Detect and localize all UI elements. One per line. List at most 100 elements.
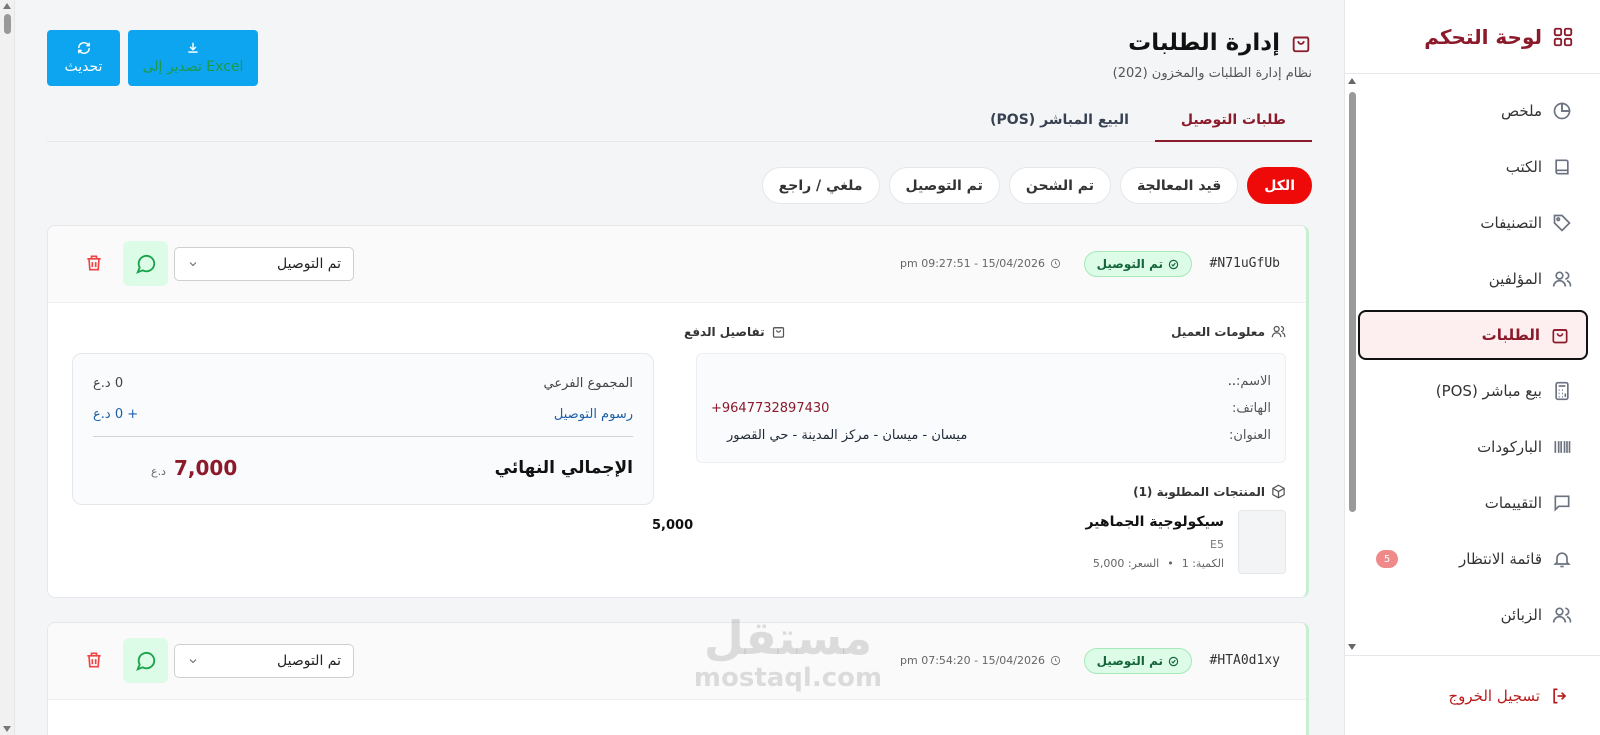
- filter-delivered[interactable]: تم التوصيل: [888, 167, 1000, 204]
- customer-name: ..: [1227, 374, 1237, 389]
- customer-info-box: الاسم: .. الهاتف: +9647732897430 العنوان…: [696, 353, 1286, 463]
- clock-icon: [1050, 655, 1061, 666]
- whatsapp-button[interactable]: [123, 638, 168, 683]
- refresh-button[interactable]: تحديث: [47, 30, 120, 86]
- status-filters: الكل قيد المعالجة تم الشحن تم التوصيل مل…: [761, 167, 1312, 204]
- customer-address-row: العنوان: ميسان - ميسان - مركز المدينة - …: [727, 428, 1271, 443]
- scroll-up-arrow[interactable]: [1348, 78, 1356, 84]
- customer-info-title: معلومات العميل: [1171, 324, 1286, 339]
- logout-icon: [1550, 686, 1570, 706]
- sidebar-item-waitlist[interactable]: قائمة الانتظار 5: [1358, 534, 1588, 584]
- product-item: سيكولوجية الجماهير E5 الكمية: 1 • السعر:…: [652, 510, 1286, 576]
- sidebar-item-authors[interactable]: المؤلفين: [1358, 254, 1588, 304]
- box-icon: [1271, 484, 1286, 499]
- grid-icon: [1552, 26, 1574, 48]
- sidebar-title: لوحة التحكم: [1424, 24, 1542, 49]
- product-image: [1238, 510, 1286, 574]
- filter-all[interactable]: الكل: [1247, 167, 1312, 204]
- customer-phone[interactable]: +9647732897430: [711, 401, 829, 416]
- sidebar-header: لوحة التحكم: [1345, 0, 1600, 74]
- main-content: إدارة الطلبات نظام إدارة الطلبات والمخزو…: [15, 0, 1344, 735]
- export-excel-button[interactable]: تصدير إلى Excel: [128, 30, 258, 86]
- users-icon: [1552, 269, 1572, 289]
- whatsapp-icon: [135, 253, 157, 275]
- scroll-thumb[interactable]: [4, 14, 11, 34]
- sidebar-item-categories[interactable]: التصنيفات: [1358, 198, 1588, 248]
- customer-phone-row: الهاتف: +9647732897430: [711, 401, 1271, 416]
- order-time: pm 07:54:20 - 15/04/2026: [900, 654, 1061, 667]
- customer-address: ميسان - ميسان - مركز المدينة - حي القصور: [727, 428, 968, 443]
- sidebar-nav: ملخص الكتب التصنيفات المؤلفين الطلبات بي…: [1344, 86, 1600, 646]
- sidebar-item-books[interactable]: الكتب: [1358, 142, 1588, 192]
- page-header: إدارة الطلبات نظام إدارة الطلبات والمخزو…: [1113, 30, 1312, 81]
- order-id: #HTA0d1xy: [1209, 653, 1280, 668]
- total-amount: 7,000: [173, 456, 238, 480]
- whatsapp-icon: [135, 650, 157, 672]
- refresh-icon: [77, 41, 91, 55]
- products-title: المنتجات المطلوبة (1): [1133, 484, 1286, 499]
- calculator-icon: [1552, 381, 1572, 401]
- total-currency: د.ع: [151, 465, 166, 478]
- trash-icon: [84, 253, 104, 273]
- message-icon: [1552, 493, 1572, 513]
- status-badge: تم التوصيل: [1083, 648, 1192, 674]
- barcode-icon: [1552, 437, 1572, 457]
- whatsapp-button[interactable]: [123, 241, 168, 286]
- payment-title: تفاصيل الدفع: [684, 324, 786, 339]
- sidebar-item-orders[interactable]: الطلبات: [1358, 310, 1588, 360]
- product-meta: الكمية: 1 • السعر: 5,000: [1092, 557, 1224, 570]
- product-total: 5,000: [652, 518, 694, 533]
- users-icon: [1271, 324, 1286, 339]
- logout-button[interactable]: تسجيل الخروج: [1344, 655, 1600, 735]
- order-card: #HTA0d1xy تم التوصيل pm 07:54:20 - 15/04…: [47, 622, 1309, 735]
- page-scrollbar[interactable]: [0, 0, 15, 735]
- filter-processing[interactable]: قيد المعالجة: [1120, 167, 1239, 204]
- delete-button[interactable]: [84, 650, 104, 670]
- filter-cancelled[interactable]: ملغي / راجع: [761, 167, 880, 204]
- sidebar-item-barcodes[interactable]: الباركودات: [1358, 422, 1588, 472]
- product-code: E5: [1210, 538, 1224, 551]
- download-icon: [186, 41, 200, 55]
- scroll-up-arrow[interactable]: [3, 3, 11, 9]
- order-time: pm 09:27:51 - 15/04/2026: [900, 257, 1061, 270]
- sidebar-item-pos[interactable]: بيع مباشر (POS): [1358, 366, 1588, 416]
- shopping-bag-icon: [771, 324, 786, 339]
- clock-icon: [1050, 258, 1061, 269]
- shopping-bag-icon: [1550, 325, 1570, 345]
- product-name: سيكولوجية الجماهير: [1085, 514, 1224, 530]
- users-icon: [1552, 605, 1572, 625]
- chevron-down-icon: [187, 655, 199, 667]
- sidebar: لوحة التحكم ملخص الكتب التصنيفات المؤلفي…: [1344, 0, 1600, 735]
- subtotal-row: المجموع الفرعي 0 د.ع: [93, 376, 633, 391]
- waitlist-count-badge: 5: [1376, 550, 1398, 568]
- status-badge: تم التوصيل: [1083, 251, 1192, 277]
- bell-icon: [1552, 549, 1572, 569]
- delivery-fee-row: رسوم التوصيل + 0 د.ع: [93, 407, 633, 422]
- shopping-bag-icon: [1290, 32, 1312, 54]
- sidebar-item-customers[interactable]: الزبائن: [1358, 590, 1588, 640]
- check-circle-icon: [1168, 656, 1179, 667]
- check-circle-icon: [1168, 259, 1179, 270]
- order-tabs: طلبات التوصيل البيع المباشر (POS): [47, 104, 1312, 142]
- page-title: إدارة الطلبات: [1113, 30, 1312, 56]
- sidebar-item-reviews[interactable]: التقييمات: [1358, 478, 1588, 528]
- tab-delivery-orders[interactable]: طلبات التوصيل: [1154, 104, 1312, 142]
- delete-button[interactable]: [84, 253, 104, 273]
- order-status-select[interactable]: تم التوصيل: [174, 644, 354, 678]
- filter-shipped[interactable]: تم الشحن: [1008, 167, 1112, 204]
- trash-icon: [84, 650, 104, 670]
- tab-pos-sales[interactable]: البيع المباشر (POS): [964, 104, 1155, 142]
- scroll-down-arrow[interactable]: [3, 726, 11, 732]
- order-card-header: #N71uGfUb تم التوصيل pm 09:27:51 - 15/04…: [48, 226, 1306, 303]
- order-status-select[interactable]: تم التوصيل: [174, 247, 354, 281]
- page-subtitle: نظام إدارة الطلبات والمخزون (202): [1112, 66, 1312, 81]
- customer-name-row: الاسم: ..: [1227, 374, 1271, 389]
- sidebar-item-summary[interactable]: ملخص: [1358, 86, 1588, 136]
- order-id: #N71uGfUb: [1209, 256, 1280, 271]
- book-icon: [1552, 157, 1572, 177]
- total-row: الإجمالي النهائي 7,000 د.ع: [151, 456, 633, 480]
- order-card-header: #HTA0d1xy تم التوصيل pm 07:54:20 - 15/04…: [48, 623, 1306, 700]
- order-card: #N71uGfUb تم التوصيل pm 09:27:51 - 15/04…: [47, 225, 1309, 598]
- chevron-down-icon: [187, 258, 199, 270]
- payment-box: المجموع الفرعي 0 د.ع رسوم التوصيل + 0 د.…: [72, 353, 654, 505]
